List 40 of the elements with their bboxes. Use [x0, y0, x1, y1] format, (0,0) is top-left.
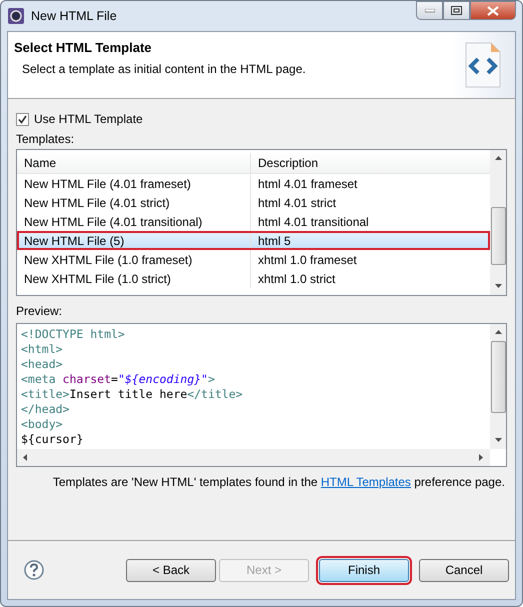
close-button[interactable] [470, 1, 516, 20]
help-icon[interactable] [24, 560, 44, 580]
page-title: Select HTML Template [14, 40, 152, 55]
preference-link[interactable]: HTML Templates [320, 475, 411, 489]
app-icon [7, 7, 25, 25]
scroll-up-arrow[interactable] [494, 154, 502, 163]
selected-table-row[interactable]: New HTML File (5) html 5 [17, 231, 490, 250]
code-line: <title>Insert title here</title> [21, 387, 244, 402]
code-line: <html> [21, 342, 64, 357]
code-line: <head> [21, 357, 64, 372]
maximize-button[interactable] [443, 1, 470, 20]
code-line: <meta charset="${encoding}"> [21, 372, 216, 387]
window-title: New HTML File [31, 9, 118, 23]
scrollbar-thumb[interactable] [490, 207, 506, 265]
code-line: <body> [21, 417, 64, 432]
scrollbar-thumb[interactable] [490, 341, 506, 413]
table-row[interactable]: New HTML File (4.01 frameset) html 4.01 frameset [17, 174, 490, 193]
preview-label: Preview: [16, 304, 64, 320]
code-line: </head> [21, 402, 70, 417]
maximize-icon [451, 6, 462, 15]
scroll-left-arrow[interactable] [21, 453, 30, 462]
minimize-button[interactable] [416, 1, 443, 20]
close-icon [487, 6, 499, 16]
templates-label: Templates: [16, 132, 76, 148]
code-line: <!DOCTYPE html> [21, 327, 126, 342]
checkbox[interactable] [16, 112, 29, 126]
table-row[interactable]: New XHTML File (1.0 frameset) xhtml 1.0 frameset [17, 250, 490, 269]
minimize-icon [424, 8, 434, 12]
dialog-button[interactable]: < Back [126, 558, 216, 582]
checkbox-label: Use HTML Template [34, 112, 143, 126]
column-header[interactable]: Name [17, 153, 251, 173]
dialog-button[interactable]: Cancel [419, 558, 509, 582]
column-header[interactable]: Description [251, 153, 490, 173]
table-row[interactable]: New XHTML File (1.0 strict) xhtml 1.0 strict [17, 269, 490, 288]
info-text: Templates are 'New HTML' templates found in the HTML Templates preference page. [52, 475, 506, 489]
scroll-up-arrow[interactable] [494, 328, 502, 337]
code-line: ${cursor} [21, 432, 84, 447]
html-file-icon [465, 42, 501, 88]
page-description: Select a template as initial content in the HTML page. [22, 62, 307, 76]
table-row[interactable]: New HTML File (4.01 strict) html 4.01 strict [17, 193, 490, 212]
